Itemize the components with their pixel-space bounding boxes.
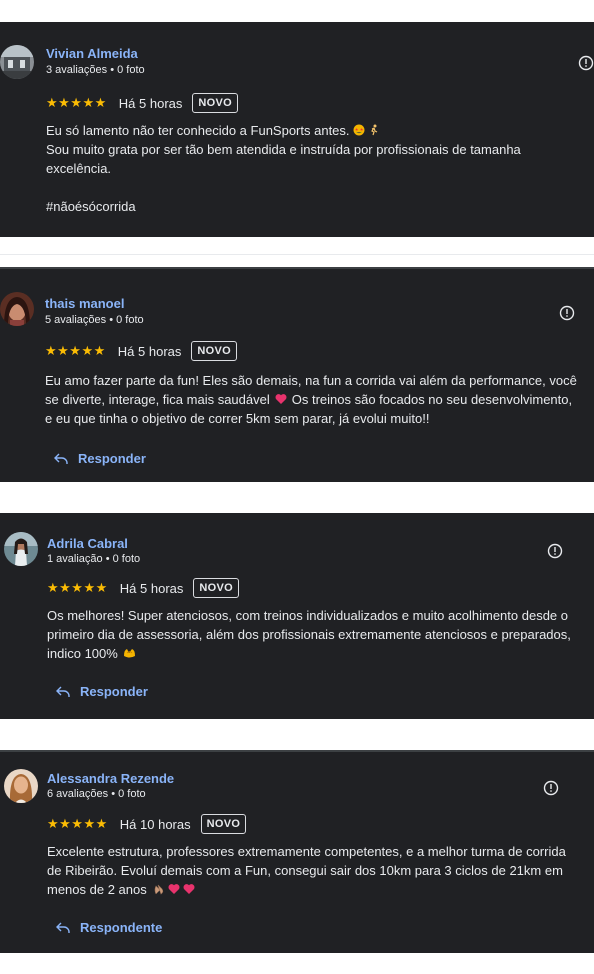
new-badge: NOVO xyxy=(193,578,239,598)
review-line: menos de 2 anos xyxy=(47,882,147,897)
review-time: Há 5 horas xyxy=(118,95,183,111)
review-card-4: Alessandra Rezende 6 avaliações • 0 foto… xyxy=(0,750,594,953)
rating-row: ★★★★★ Há 5 horas NOVO xyxy=(47,577,239,599)
info-icon[interactable] xyxy=(578,55,594,71)
review-text: Eu amo fazer parte da fun! Eles são dema… xyxy=(45,371,577,428)
reply-button[interactable]: Responder xyxy=(56,684,148,699)
rating-row: ★★★★★ Há 10 horas NOVO xyxy=(47,813,247,835)
heart-emoji-icon xyxy=(183,883,195,895)
review-card-1: Vivian Almeida 3 avaliações • 0 foto ★★★… xyxy=(0,22,594,237)
reply-button[interactable]: Responder xyxy=(54,451,146,466)
info-icon[interactable] xyxy=(559,305,575,321)
reviewer-name[interactable]: thais manoel xyxy=(45,296,124,311)
star-rating: ★★★★★ xyxy=(47,580,108,596)
reply-arrow-icon xyxy=(56,686,70,698)
review-line: se diverte, interage, fica mais saudável xyxy=(45,392,270,407)
heart-emoji-icon xyxy=(275,393,287,405)
review-line: Os treinos são focados no seu desenvolvi… xyxy=(291,392,573,407)
review-line: Sou muito grata por ser tão bem atendida… xyxy=(46,142,521,157)
review-time: Há 5 horas xyxy=(117,343,182,359)
rating-row: ★★★★★ Há 5 horas NOVO xyxy=(45,340,237,362)
avatar[interactable] xyxy=(4,532,38,566)
reply-label: Responder xyxy=(78,451,146,466)
divider xyxy=(0,254,594,255)
rating-row: ★★★★★ Há 5 horas NOVO xyxy=(46,92,238,114)
reply-arrow-icon xyxy=(56,922,70,934)
hashtag: #nãoésócorrida xyxy=(46,199,136,214)
card-top-border xyxy=(0,750,594,752)
review-line: e eu que tinha o objetivo de correr 5km … xyxy=(45,411,430,426)
reviewer-name[interactable]: Adrila Cabral xyxy=(47,536,128,551)
review-line: excelência. xyxy=(46,161,112,176)
star-rating: ★★★★★ xyxy=(47,816,108,832)
reviewer-name[interactable]: Alessandra Rezende xyxy=(47,771,174,786)
reviewer-name[interactable]: Vivian Almeida xyxy=(46,46,138,61)
info-icon[interactable] xyxy=(547,543,563,559)
new-badge: NOVO xyxy=(191,341,237,361)
review-line: primeiro dia de assessoria, além dos pro… xyxy=(47,627,571,642)
new-badge: NOVO xyxy=(192,93,238,113)
reviewer-stats: 6 avaliações • 0 foto xyxy=(47,788,146,800)
review-line: Os melhores! Super atenciosos, com trein… xyxy=(47,608,568,623)
reviewer-stats: 3 avaliações • 0 foto xyxy=(46,64,145,76)
clap-emoji-icon xyxy=(153,883,165,895)
reply-arrow-icon xyxy=(54,453,68,465)
review-line: Excelente estrutura, professores extrema… xyxy=(47,844,566,859)
runner-emoji-icon xyxy=(368,124,380,136)
new-badge: NOVO xyxy=(200,814,247,834)
star-struck-emoji-icon xyxy=(353,124,365,136)
review-line: indico 100% xyxy=(47,646,118,661)
review-text: Excelente estrutura, professores extrema… xyxy=(47,842,566,899)
review-line: de Ribeirão. Evoluí demais com a Fun, co… xyxy=(47,863,563,878)
review-card-3: Adrila Cabral 1 avaliação • 0 foto ★★★★★… xyxy=(0,513,594,719)
review-line: Eu só lamento não ter conhecido a FunSpo… xyxy=(46,123,350,138)
avatar[interactable] xyxy=(0,45,34,79)
review-time: Há 5 horas xyxy=(119,580,184,596)
avatar[interactable] xyxy=(0,292,34,326)
star-rating: ★★★★★ xyxy=(45,343,106,359)
avatar[interactable] xyxy=(4,769,38,803)
reply-label: Responder xyxy=(80,684,148,699)
star-rating: ★★★★★ xyxy=(46,95,107,111)
heart-emoji-icon xyxy=(168,883,180,895)
review-time: Há 10 horas xyxy=(119,816,191,832)
reply-label: Respondente xyxy=(80,920,163,935)
reply-button[interactable]: Respondente xyxy=(56,920,162,935)
review-line: Eu amo fazer parte da fun! Eles são dema… xyxy=(45,373,577,388)
review-text: Eu só lamento não ter conhecido a FunSpo… xyxy=(46,121,521,216)
review-text: Os melhores! Super atenciosos, com trein… xyxy=(47,606,571,663)
review-card-2: thais manoel 5 avaliações • 0 foto ★★★★★… xyxy=(0,267,594,482)
reviewer-stats: 5 avaliações • 0 foto xyxy=(45,314,144,326)
hands-emoji-icon xyxy=(123,647,135,659)
info-icon[interactable] xyxy=(543,780,559,796)
card-top-border xyxy=(0,267,594,269)
reviewer-stats: 1 avaliação • 0 foto xyxy=(47,553,141,565)
